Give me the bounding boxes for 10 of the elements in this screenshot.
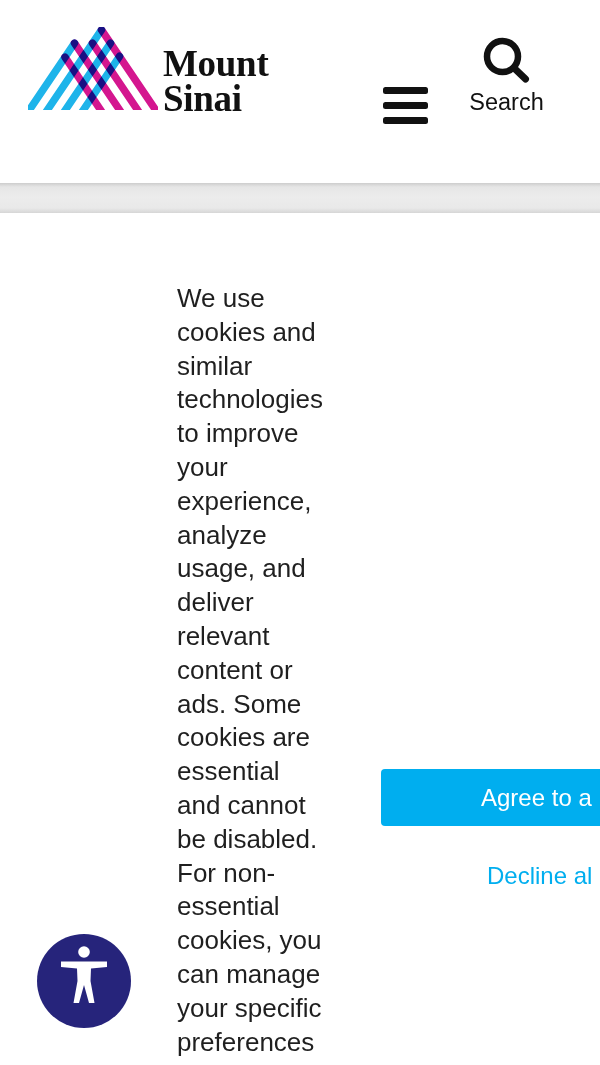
logo-mark-icon	[28, 27, 158, 111]
logo-text: Mount Sinai	[163, 46, 270, 116]
search-icon	[483, 37, 530, 83]
decline-link[interactable]: Decline al	[487, 862, 593, 890]
accessibility-icon	[61, 946, 107, 1004]
menu-button[interactable]	[383, 87, 428, 124]
consent-button[interactable]: Agree to a	[381, 769, 600, 826]
menu-icon	[383, 87, 428, 124]
search-button[interactable]: Search	[469, 37, 544, 116]
cookie-notice-text: We use cookies and similar technologies to improve your experience, analyze usage, and deliver relevant content or ads. Some cookies are essential and cannot be disabled. For non-essential cookies, you can manage your specific preferences	[177, 282, 324, 1059]
